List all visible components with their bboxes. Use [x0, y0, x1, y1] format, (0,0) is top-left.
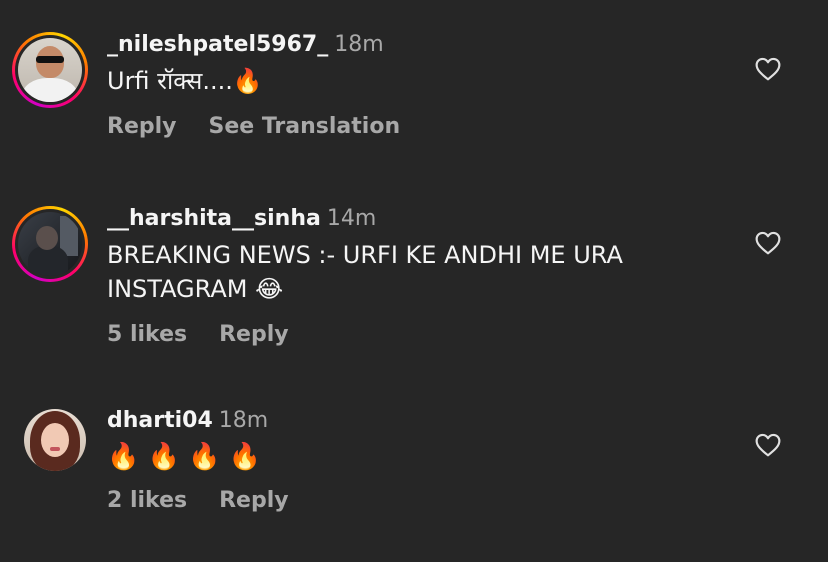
- reply-button[interactable]: Reply: [219, 322, 289, 347]
- comment-username[interactable]: _nileshpatel5967_: [107, 32, 328, 57]
- reply-button[interactable]: Reply: [219, 488, 289, 513]
- reply-button[interactable]: Reply: [107, 114, 177, 139]
- avatar[interactable]: [18, 38, 82, 102]
- avatar[interactable]: [24, 409, 86, 471]
- story-ring[interactable]: [12, 206, 88, 282]
- see-translation-button[interactable]: See Translation: [209, 114, 401, 139]
- likes-count[interactable]: 2 likes: [107, 488, 187, 513]
- heart-icon[interactable]: [755, 57, 781, 81]
- comments-list: _nileshpatel5967_ 18m Urfi रॉक्स....🔥 Rep…: [0, 0, 828, 562]
- comment-username[interactable]: __harshita__sinha: [107, 206, 321, 231]
- comment-timestamp: 14m: [326, 206, 377, 231]
- comment-timestamp: 18m: [334, 32, 384, 57]
- comment-text-line: INSTAGRAM 😂: [107, 275, 284, 303]
- comment-text: Urfi रॉक्स....🔥: [107, 67, 263, 95]
- comment-username[interactable]: dharti04: [107, 408, 213, 433]
- avatar[interactable]: [18, 212, 82, 276]
- comment-text-line: BREAKING NEWS :- URFI KE ANDHI ME URA: [107, 241, 623, 269]
- heart-icon[interactable]: [755, 433, 781, 457]
- comment-text: 🔥 🔥 🔥 🔥: [107, 442, 262, 472]
- likes-count[interactable]: 5 likes: [107, 322, 187, 347]
- comment-timestamp: 18m: [218, 408, 269, 433]
- comment-text: BREAKING NEWS :- URFI KE ANDHI ME URA IN…: [107, 238, 727, 306]
- heart-icon[interactable]: [755, 231, 781, 255]
- story-ring[interactable]: [12, 32, 88, 108]
